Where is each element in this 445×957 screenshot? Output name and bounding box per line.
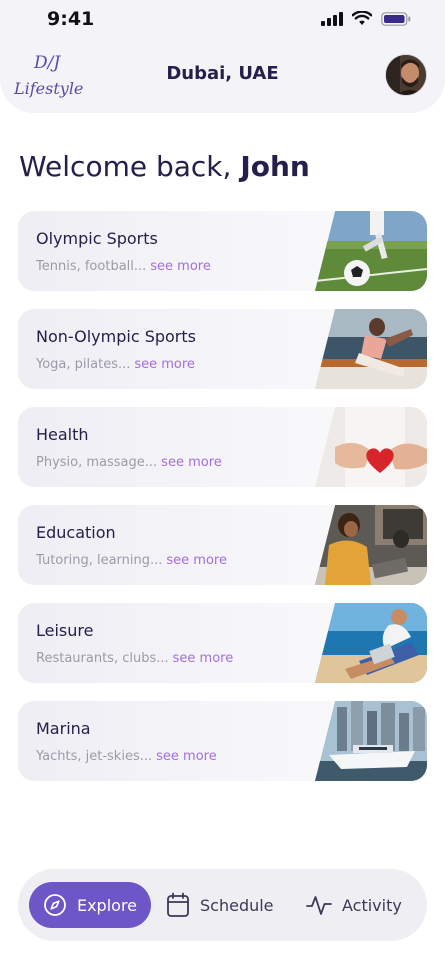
see-more-link[interactable]: see more xyxy=(161,455,222,470)
category-subtitle: Yachts, jet-skies... see more xyxy=(36,749,217,764)
welcome-user-name: John xyxy=(240,150,310,183)
yoga-photo xyxy=(315,309,427,389)
compass-icon xyxy=(44,894,66,916)
nav-label: Schedule xyxy=(200,895,274,915)
category-title: Education xyxy=(36,523,116,542)
nav-tab-explore[interactable]: Explore xyxy=(29,882,151,928)
see-more-link[interactable]: see more xyxy=(150,259,211,274)
category-subtitle: Tutoring, learning... see more xyxy=(36,553,227,568)
see-more-link[interactable]: see more xyxy=(173,651,234,666)
category-title: Health xyxy=(36,425,89,444)
category-title: Marina xyxy=(36,719,91,738)
category-title: Leisure xyxy=(36,621,94,640)
category-card-leisure[interactable]: Leisure Restaurants, clubs... see more xyxy=(18,603,427,683)
see-more-link[interactable]: see more xyxy=(156,749,217,764)
nav-label: Activity xyxy=(342,895,402,915)
nav-tab-schedule[interactable]: Schedule xyxy=(166,882,274,928)
category-card-non-olympic-sports[interactable]: Non-Olympic Sports Yoga, pilates... see m… xyxy=(18,309,427,389)
wifi-icon xyxy=(352,11,372,25)
students-photo xyxy=(315,505,427,585)
cellular-signal-icon xyxy=(321,11,343,26)
see-more-link[interactable]: see more xyxy=(166,553,227,568)
category-title: Olympic Sports xyxy=(36,229,158,248)
yacht-photo xyxy=(315,701,427,781)
activity-icon xyxy=(306,896,332,915)
beach-photo xyxy=(315,603,427,683)
category-card-education[interactable]: Education Tutoring, learning... see more xyxy=(18,505,427,585)
welcome-heading: Welcome back, John xyxy=(19,150,310,183)
category-card-olympic-sports[interactable]: Olympic Sports Tennis, football... see mo… xyxy=(18,211,427,291)
calendar-icon xyxy=(167,892,189,917)
category-card-marina[interactable]: Marina Yachts, jet-skies... see more xyxy=(18,701,427,781)
app-header: 9:41 D/J Lifestyle Dubai, UAE xyxy=(0,0,445,113)
category-subtitle: Restaurants, clubs... see more xyxy=(36,651,234,666)
category-subtitle: Tennis, football... see more xyxy=(36,259,211,274)
nav-label: Explore xyxy=(76,895,138,915)
heart-hands-photo xyxy=(315,407,427,487)
status-time: 9:41 xyxy=(47,8,95,30)
category-subtitle: Yoga, pilates... see more xyxy=(36,357,195,372)
nav-tab-activity[interactable]: Activity xyxy=(306,882,402,928)
avatar[interactable] xyxy=(385,54,427,96)
welcome-greeting: Welcome back, xyxy=(19,150,241,183)
location-title[interactable]: Dubai, UAE xyxy=(0,63,445,84)
battery-icon xyxy=(381,11,411,26)
category-title: Non-Olympic Sports xyxy=(36,327,196,346)
category-card-health[interactable]: Health Physio, massage... see more xyxy=(18,407,427,487)
bottom-nav: Explore Schedule Activity xyxy=(18,869,427,941)
category-subtitle: Physio, massage... see more xyxy=(36,455,222,470)
see-more-link[interactable]: see more xyxy=(134,357,195,372)
soccer-photo xyxy=(315,211,427,291)
status-bar-icons xyxy=(321,11,411,26)
